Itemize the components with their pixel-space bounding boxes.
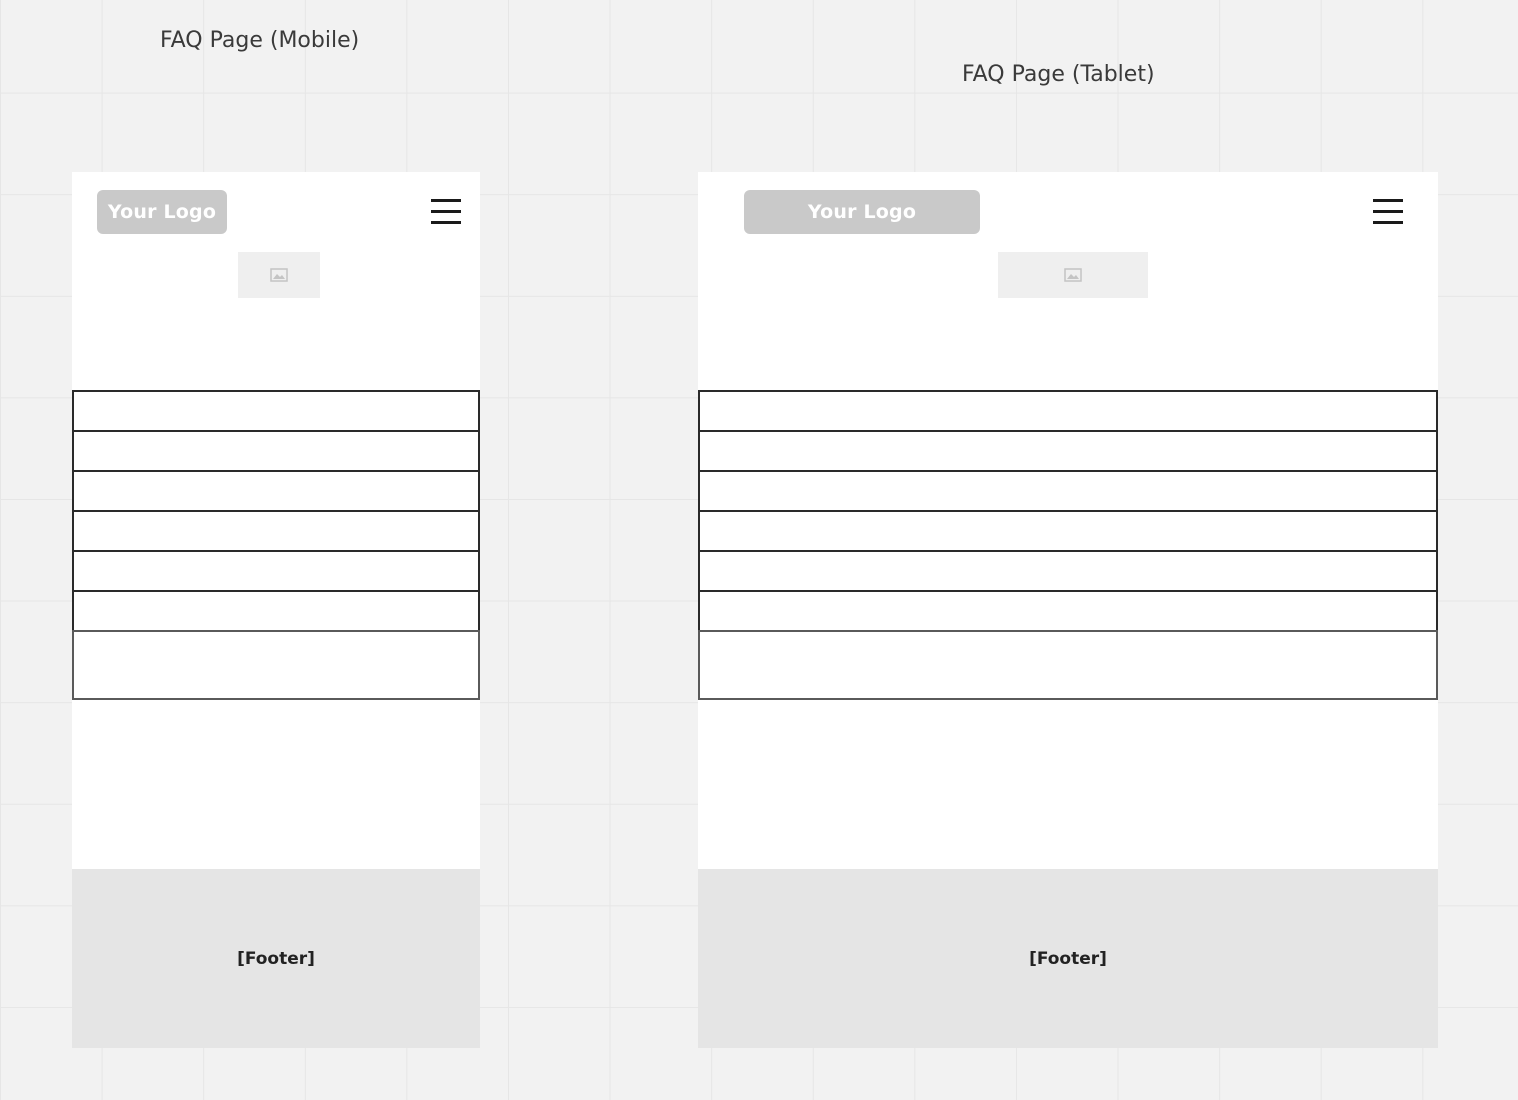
faq-item[interactable] [698,470,1438,512]
footer: [Footer] [698,869,1438,1048]
faq-item[interactable] [698,630,1438,700]
faq-list [72,390,480,700]
faq-item[interactable] [72,390,480,432]
logo-button[interactable]: Your Logo [744,190,980,234]
faq-item[interactable] [698,390,1438,432]
faq-item[interactable] [698,510,1438,552]
image-placeholder [238,252,320,298]
faq-item[interactable] [698,430,1438,472]
tablet-wireframe: Your Logo [Footer] [698,172,1438,1048]
frame-title-tablet: FAQ Page (Tablet) [962,62,1155,87]
logo-button[interactable]: Your Logo [97,190,227,234]
image-icon [270,268,288,282]
faq-list [698,390,1438,700]
frame-title-mobile: FAQ Page (Mobile) [160,28,360,53]
image-icon [1064,268,1082,282]
faq-item[interactable] [72,510,480,552]
hamburger-menu-icon[interactable] [1373,198,1403,224]
faq-item[interactable] [72,630,480,700]
faq-item[interactable] [72,550,480,592]
image-placeholder [998,252,1148,298]
faq-item[interactable] [72,590,480,632]
mobile-wireframe: Your Logo [Footer] [72,172,480,1048]
faq-item[interactable] [698,550,1438,592]
faq-item[interactable] [72,470,480,512]
faq-item[interactable] [72,430,480,472]
footer: [Footer] [72,869,480,1048]
hamburger-menu-icon[interactable] [431,198,461,224]
faq-item[interactable] [698,590,1438,632]
